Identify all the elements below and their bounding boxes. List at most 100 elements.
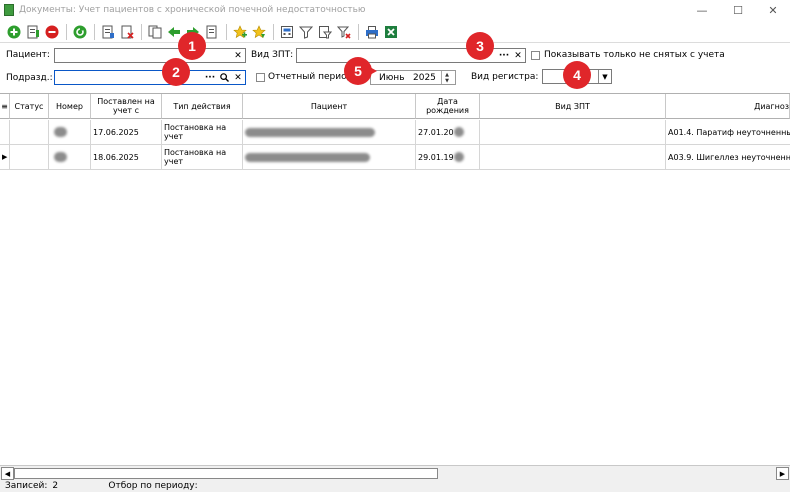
scroll-right-icon[interactable]: ▶ xyxy=(776,467,789,480)
cell-patient[interactable] xyxy=(243,145,416,170)
row-selector-header[interactable]: ≡ xyxy=(0,94,10,119)
col-birth[interactable]: Дата рождения xyxy=(416,94,480,119)
doc-view-icon[interactable] xyxy=(100,24,116,40)
toolbar xyxy=(0,21,790,43)
cell-action[interactable]: Постановка на учет xyxy=(162,120,243,145)
calc-icon[interactable] xyxy=(279,24,295,40)
cell-status[interactable] xyxy=(10,145,49,170)
title-bar: Документы: Учет пациентов с хронической … xyxy=(0,0,790,20)
cell-birth[interactable]: 27.01.20 xyxy=(416,120,480,145)
annotation-badge-4: 4 xyxy=(563,61,591,89)
maximize-button[interactable]: ☐ xyxy=(721,0,755,20)
refresh-icon[interactable] xyxy=(72,24,88,40)
status-bar: Записей: 2 Отбор по периоду: xyxy=(0,480,790,492)
scroll-left-icon[interactable]: ◀ xyxy=(1,467,14,480)
row-selector[interactable] xyxy=(0,120,10,145)
cell-action[interactable]: Постановка на учет xyxy=(162,145,243,170)
subdiv-search-icon[interactable] xyxy=(217,71,231,84)
redacted-birth xyxy=(453,152,464,162)
birth-value: 29.01.19 xyxy=(418,152,454,162)
records-grid: ≡ Статус Номер Поставлен на учет с Тип д… xyxy=(0,93,790,465)
toolbar-separator xyxy=(141,23,142,40)
cell-patient[interactable] xyxy=(243,120,416,145)
cell-birth[interactable]: 29.01.19 xyxy=(416,145,480,170)
doc-copy-icon[interactable] xyxy=(147,24,163,40)
minimize-button[interactable]: — xyxy=(685,0,719,20)
birth-value: 27.01.20 xyxy=(418,127,454,137)
cell-zpt[interactable] xyxy=(480,120,666,145)
subdiv-field[interactable]: ··· ✕ xyxy=(54,70,246,85)
delete-icon[interactable] xyxy=(44,24,60,40)
subdiv-browse-icon[interactable]: ··· xyxy=(203,71,217,84)
patient-label: Пациент: xyxy=(6,50,50,60)
horizontal-scrollbar[interactable]: ◀ ▶ xyxy=(0,465,790,480)
annotation-badge-5: 5 xyxy=(344,57,372,85)
edit-doc-icon[interactable] xyxy=(25,24,41,40)
redacted-number xyxy=(54,152,67,162)
cell-registered[interactable]: 18.06.2025 xyxy=(91,145,162,170)
only-active-checkbox[interactable] xyxy=(531,51,540,60)
redacted-patient xyxy=(245,127,375,137)
annotation-badge-3: 3 xyxy=(466,32,494,60)
col-number[interactable]: Номер xyxy=(49,94,91,119)
period-spinner[interactable]: ▲ ▼ xyxy=(441,71,452,84)
cell-status[interactable] xyxy=(10,120,49,145)
star-down-icon[interactable] xyxy=(251,24,267,40)
patient-field[interactable]: ✕ xyxy=(54,48,246,63)
app-icon xyxy=(4,4,14,16)
col-zpt[interactable]: Вид ЗПТ xyxy=(480,94,666,119)
col-registered[interactable]: Поставлен на учет с xyxy=(91,94,162,119)
print-icon[interactable] xyxy=(364,24,380,40)
col-status[interactable]: Статус xyxy=(10,94,49,119)
zpt-browse-icon[interactable]: ··· xyxy=(497,49,511,62)
redacted-number xyxy=(54,127,67,137)
redacted-patient xyxy=(245,152,370,162)
doc-move-icon[interactable] xyxy=(204,24,220,40)
zpt-clear-icon[interactable]: ✕ xyxy=(511,49,525,62)
filter-doc-icon[interactable] xyxy=(317,24,333,40)
cell-zpt[interactable] xyxy=(480,145,666,170)
spin-down-icon[interactable]: ▼ xyxy=(445,78,449,84)
col-patient[interactable]: Пациент xyxy=(243,94,416,119)
close-button[interactable]: ✕ xyxy=(756,0,790,20)
zpt-label: Вид ЗПТ: xyxy=(251,50,294,60)
add-icon[interactable] xyxy=(6,24,22,40)
period-checkbox[interactable] xyxy=(256,73,265,82)
toolbar-separator xyxy=(358,23,359,40)
period-filter-label: Отбор по периоду: xyxy=(108,481,198,491)
redacted-birth xyxy=(453,127,464,137)
filter-clear-icon[interactable] xyxy=(336,24,352,40)
cell-number[interactable] xyxy=(49,120,91,145)
filter-icon[interactable] xyxy=(298,24,314,40)
register-dropdown-icon[interactable]: ▼ xyxy=(598,70,611,83)
period-year: 2025 xyxy=(413,72,436,83)
toolbar-separator xyxy=(94,23,95,40)
cell-diagnosis[interactable]: A03.9. Шигеллез неуточненный xyxy=(666,145,790,170)
subdiv-clear-icon[interactable]: ✕ xyxy=(231,71,245,84)
records-count: 2 xyxy=(52,481,59,491)
col-diagnosis[interactable]: Диагноз xyxy=(666,94,790,119)
period-picker[interactable]: Июнь 2025 ▲ ▼ xyxy=(370,70,456,85)
records-label: Записей: xyxy=(5,481,48,491)
doc-cross-icon[interactable] xyxy=(119,24,135,40)
period-month: Июнь xyxy=(379,72,405,83)
toolbar-separator xyxy=(66,23,67,40)
col-action[interactable]: Тип действия xyxy=(162,94,243,119)
subdiv-label: Подразд.: xyxy=(6,73,53,83)
toolbar-separator xyxy=(273,23,274,40)
toolbar-separator xyxy=(226,23,227,40)
register-label: Вид регистра: xyxy=(471,72,539,82)
scroll-thumb[interactable] xyxy=(14,468,438,479)
cell-diagnosis[interactable]: A01.4. Паратиф неуточненный xyxy=(666,120,790,145)
window-title: Документы: Учет пациентов с хронической … xyxy=(19,5,366,15)
only-active-label: Показывать только не снятых с учета xyxy=(544,50,725,60)
annotation-badge-2: 2 xyxy=(162,58,190,86)
period-label: Отчетный период: xyxy=(268,72,356,82)
annotation-badge-1: 1 xyxy=(178,32,206,60)
patient-clear-icon[interactable]: ✕ xyxy=(231,49,245,62)
star-add-icon[interactable] xyxy=(232,24,248,40)
excel-icon[interactable] xyxy=(383,24,399,40)
current-row-indicator[interactable]: ▶ xyxy=(0,145,10,170)
cell-registered[interactable]: 17.06.2025 xyxy=(91,120,162,145)
cell-number[interactable] xyxy=(49,145,91,170)
